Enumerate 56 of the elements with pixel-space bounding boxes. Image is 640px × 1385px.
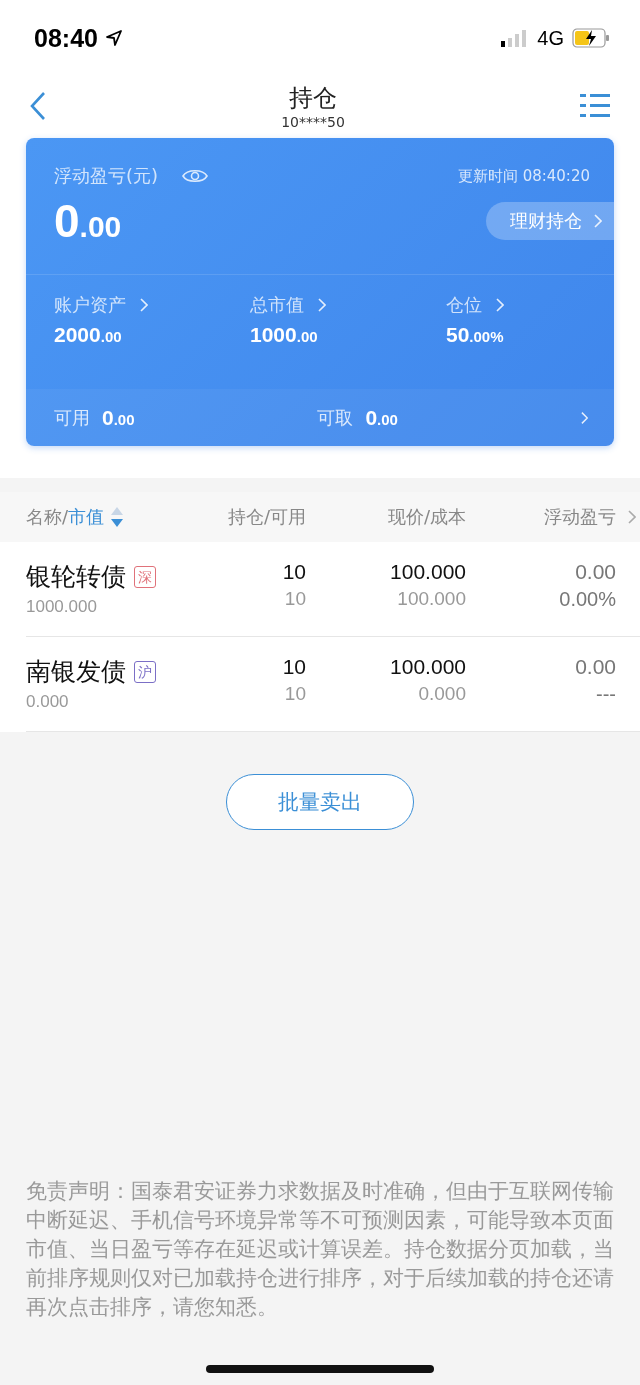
back-icon[interactable] bbox=[30, 91, 46, 121]
pnl-label: 浮动盈亏(元) bbox=[54, 164, 159, 188]
chevron-icon bbox=[580, 410, 588, 425]
page-title: 持仓 bbox=[288, 83, 338, 114]
column-header: 现价/成本 bbox=[386, 505, 466, 529]
battery-icon bbox=[572, 28, 610, 48]
table-cell: 10 bbox=[282, 655, 306, 679]
security-name: 南银发债 bbox=[26, 656, 126, 688]
pnl-value: 0.00 bbox=[54, 194, 122, 248]
table-cell: 100.000 bbox=[390, 560, 466, 584]
column-header[interactable]: 名称/市值 bbox=[26, 505, 105, 529]
chevron-icon[interactable] bbox=[628, 510, 636, 524]
table-cell: 100.000 bbox=[397, 588, 466, 610]
table-cell: 100.000 bbox=[390, 655, 466, 679]
table-cell: --- bbox=[596, 683, 616, 706]
market-tag: 沪 bbox=[134, 660, 156, 683]
list-menu-icon[interactable] bbox=[580, 93, 610, 119]
market-value: 1000.000 bbox=[26, 597, 97, 617]
table-cell: 10 bbox=[284, 588, 306, 610]
column-header: 持仓/可用 bbox=[226, 505, 306, 529]
account-number: 10****50 bbox=[281, 114, 345, 130]
holding-row[interactable]: 银轮转债 深 1000.000 10 10 100.000 100.000 0.00 0.00% bbox=[26, 542, 640, 637]
batch-sell-button[interactable]: 批量卖出 bbox=[226, 774, 414, 830]
column-header: 浮动盈亏 bbox=[543, 505, 616, 529]
balance-label: 可取 bbox=[317, 405, 354, 430]
stat-value: 2000.00 bbox=[54, 323, 123, 347]
security-name: 银轮转债 bbox=[26, 561, 126, 593]
holding-row[interactable]: 南银发债 沪 0.000 10 10 100.000 0.000 0.00 --- bbox=[26, 637, 640, 732]
stat-label[interactable]: 总市值 bbox=[250, 293, 304, 317]
chevron-icon bbox=[496, 298, 504, 312]
balance-label: 可用 bbox=[54, 405, 90, 430]
status-time: 08:40 bbox=[34, 23, 98, 53]
chevron-icon bbox=[318, 298, 326, 312]
wealth-holdings-button[interactable]: 理财持仓 bbox=[486, 202, 614, 240]
disclaimer-text: 免责声明：国泰君安证券力求数据及时准确，但由于互联网传输中断延迟、手机信号环境异常等不可预测因素，可能导致本页面市值、当日盈亏等存在延迟或计算误差。持仓数据分页加载，当前排序规则仅对已加载持仓进行排序，对于后续加载的持仓还请再次点击排序，请您知悉。 bbox=[26, 1178, 615, 1321]
table-cell: 0.000 bbox=[418, 683, 466, 705]
market-value: 0.000 bbox=[26, 692, 69, 712]
balance-value: 0.00 bbox=[365, 405, 398, 430]
table-cell: 10 bbox=[282, 560, 306, 584]
stat-value: 1000.00 bbox=[250, 323, 319, 347]
market-tag: 深 bbox=[134, 565, 156, 588]
chevron-icon bbox=[140, 298, 148, 312]
table-cell: 0.00 bbox=[575, 560, 616, 584]
update-time: 更新时间 08:40:20 bbox=[457, 166, 590, 186]
table-cell: 0.00% bbox=[559, 588, 616, 611]
location-icon bbox=[105, 30, 122, 46]
stat-label[interactable]: 仓位 bbox=[446, 293, 482, 317]
table-cell: 10 bbox=[284, 683, 306, 705]
eye-icon[interactable] bbox=[182, 167, 209, 185]
chevron-icon bbox=[594, 214, 602, 228]
table-cell: 0.00 bbox=[575, 655, 616, 679]
stat-value: 50.00% bbox=[446, 323, 505, 347]
network-label: 4G bbox=[537, 26, 564, 50]
balance-value: 0.00 bbox=[102, 405, 135, 430]
sort-icon[interactable] bbox=[110, 506, 125, 528]
stat-label[interactable]: 账户资产 bbox=[54, 293, 126, 317]
